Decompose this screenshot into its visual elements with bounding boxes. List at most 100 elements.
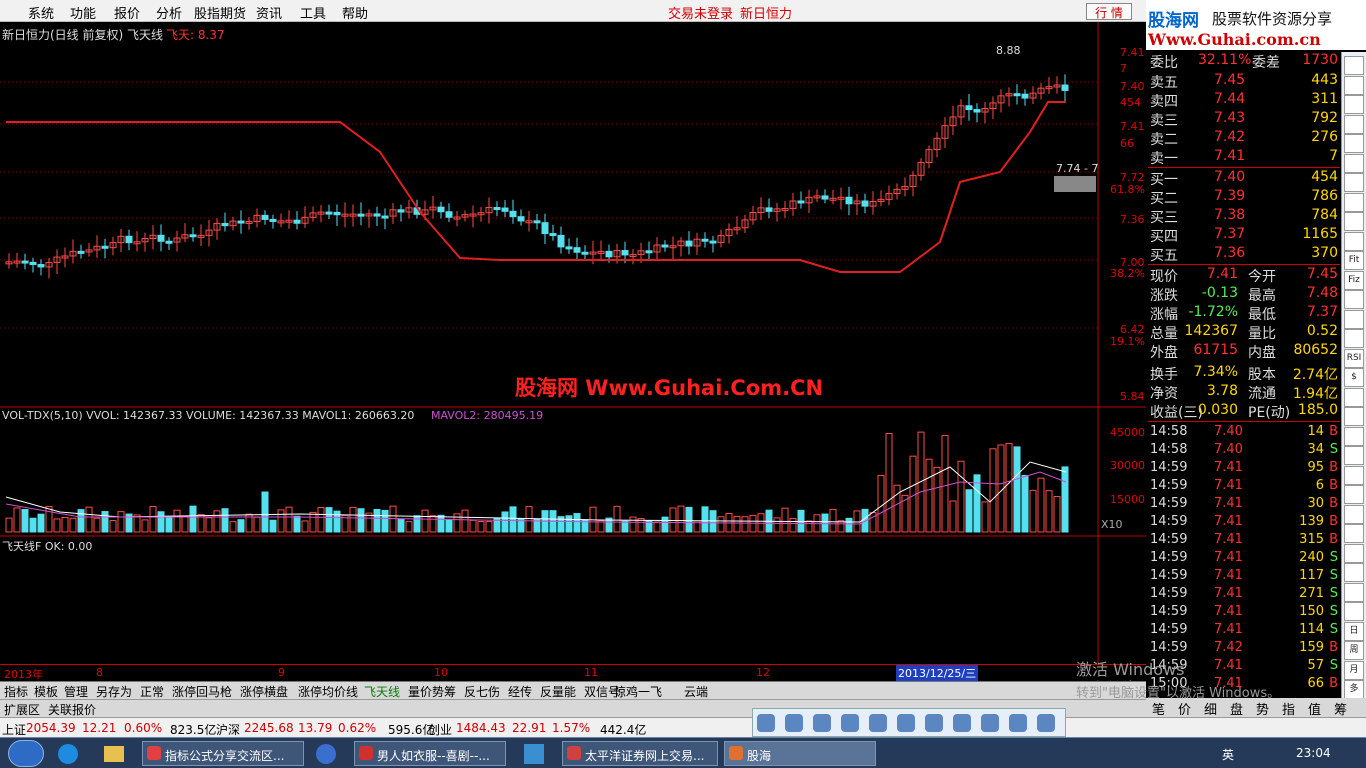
toolstrip-button[interactable] bbox=[1344, 153, 1364, 173]
sell-row: 卖五 7.45 443 bbox=[1148, 72, 1340, 91]
toolstrip-button[interactable] bbox=[1344, 426, 1364, 446]
formula-tab[interactable]: 指标 bbox=[4, 683, 28, 700]
toolstrip-button[interactable] bbox=[1344, 504, 1364, 524]
x-tick-label: 11 bbox=[584, 666, 598, 679]
toolstrip-button[interactable] bbox=[1344, 212, 1364, 231]
toolstrip-button[interactable] bbox=[1344, 309, 1364, 329]
im-toolbar-icon[interactable] bbox=[981, 714, 999, 732]
folder-icon[interactable] bbox=[104, 746, 124, 762]
toolstrip-button[interactable] bbox=[1344, 543, 1364, 563]
toolstrip-button[interactable] bbox=[1344, 465, 1364, 485]
volume-bar bbox=[149, 506, 157, 533]
formula-tab[interactable]: 反七伤 bbox=[464, 683, 500, 700]
formula-tab[interactable]: 模板 bbox=[34, 683, 58, 700]
tab-related-quotes[interactable]: 关联报价 bbox=[48, 701, 96, 718]
formula-tab[interactable]: 飞天线 bbox=[364, 683, 400, 700]
formula-tab[interactable]: 惊鸡一飞 bbox=[614, 683, 662, 700]
ie-icon[interactable] bbox=[58, 744, 78, 764]
toolstrip-button[interactable] bbox=[1344, 602, 1364, 621]
toolstrip-button[interactable] bbox=[1344, 231, 1364, 251]
formula-tab[interactable]: 涨停回马枪 bbox=[172, 683, 232, 700]
toolstrip-button[interactable] bbox=[1344, 75, 1364, 95]
app-k-icon[interactable] bbox=[316, 744, 336, 764]
formula-tab[interactable]: 涨停均价线 bbox=[298, 683, 358, 700]
tab-extension-area[interactable]: 扩展区 bbox=[4, 701, 40, 718]
right-panel-tab[interactable]: 盘 bbox=[1230, 699, 1243, 718]
volume-bar bbox=[285, 506, 293, 533]
toolstrip-button[interactable] bbox=[1344, 114, 1364, 134]
toolstrip-button[interactable]: 日 bbox=[1344, 621, 1364, 641]
menu-news[interactable]: 资讯 bbox=[256, 3, 282, 22]
right-panel-tab[interactable]: 价 bbox=[1178, 699, 1191, 718]
right-panel-tab[interactable]: 筹 bbox=[1334, 699, 1347, 718]
right-panel-tab[interactable]: 值 bbox=[1308, 699, 1321, 718]
x-tick-label: 12 bbox=[756, 666, 770, 679]
right-panel-tab[interactable]: 细 bbox=[1204, 699, 1217, 718]
task-forum[interactable]: 指标公式分享交流区... bbox=[142, 741, 304, 766]
toolstrip-button[interactable]: Fiz bbox=[1344, 270, 1364, 290]
toolstrip-button[interactable] bbox=[1344, 446, 1364, 465]
toolstrip-button[interactable] bbox=[1344, 329, 1364, 348]
toolstrip-button[interactable] bbox=[1344, 290, 1364, 309]
menu-futures[interactable]: 股指期货 bbox=[194, 3, 246, 22]
toolstrip-button[interactable] bbox=[1344, 56, 1364, 75]
start-button[interactable] bbox=[8, 740, 44, 767]
toolstrip-button[interactable]: RSI bbox=[1344, 348, 1364, 368]
input-language[interactable]: 英 bbox=[1222, 746, 1234, 763]
right-panel-tab[interactable]: 笔 bbox=[1152, 699, 1165, 718]
stat-value: -1.72% bbox=[1188, 304, 1238, 320]
stat-label: 今开 bbox=[1248, 269, 1276, 285]
im-toolbar-icon[interactable] bbox=[925, 714, 943, 732]
toolstrip-button[interactable]: 月 bbox=[1344, 660, 1364, 680]
toolstrip-button[interactable] bbox=[1344, 387, 1364, 407]
toolstrip-button[interactable] bbox=[1344, 134, 1364, 153]
toolstrip-button[interactable]: Fit bbox=[1344, 251, 1364, 270]
formula-tab[interactable]: 量价势筹 bbox=[408, 683, 456, 700]
im-toolbar-icon[interactable] bbox=[841, 714, 859, 732]
tick-price: 7.41 bbox=[1214, 622, 1243, 637]
im-toolbar-icon[interactable] bbox=[869, 714, 887, 732]
menu-tools[interactable]: 工具 bbox=[300, 3, 326, 22]
toolstrip-button[interactable] bbox=[1344, 173, 1364, 192]
im-toolbar-icon[interactable] bbox=[813, 714, 831, 732]
task-securities[interactable]: 太平洋证券网上交易... bbox=[562, 741, 718, 766]
formula-tab[interactable]: 涨停横盘 bbox=[240, 683, 288, 700]
kline-chart[interactable] bbox=[0, 22, 1146, 682]
menu-help[interactable]: 帮助 bbox=[342, 3, 368, 22]
toolstrip-button[interactable] bbox=[1344, 95, 1364, 114]
im-toolbar-icon[interactable] bbox=[1037, 714, 1055, 732]
im-toolbar-icon[interactable] bbox=[1009, 714, 1027, 732]
im-toolbar-icon[interactable] bbox=[897, 714, 915, 732]
formula-tab[interactable]: 正常 bbox=[140, 683, 164, 700]
menu-quote[interactable]: 报价 bbox=[114, 3, 140, 22]
toolstrip-button[interactable] bbox=[1344, 524, 1364, 543]
right-panel-tab[interactable]: 势 bbox=[1256, 699, 1269, 718]
im-toolbar-icon[interactable] bbox=[953, 714, 971, 732]
menu-analysis[interactable]: 分析 bbox=[156, 3, 182, 22]
volume-bar bbox=[829, 508, 837, 533]
formula-tab[interactable]: 云端 bbox=[684, 683, 708, 700]
toolstrip-button[interactable]: 多 bbox=[1344, 680, 1364, 699]
menu-function[interactable]: 功能 bbox=[70, 3, 96, 22]
toolstrip-button[interactable] bbox=[1344, 192, 1364, 212]
toolstrip-button[interactable]: 周 bbox=[1344, 641, 1364, 660]
quote-button[interactable]: 行 情 bbox=[1086, 3, 1132, 20]
toolstrip-button[interactable] bbox=[1344, 485, 1364, 504]
toolstrip-button[interactable]: $ bbox=[1344, 368, 1364, 387]
toolstrip-button[interactable] bbox=[1344, 407, 1364, 426]
formula-tab[interactable]: 另存为 bbox=[96, 683, 132, 700]
task-video[interactable]: 男人如衣服--喜剧--... bbox=[354, 741, 506, 766]
task-guhai[interactable]: 股海 bbox=[724, 741, 876, 766]
trade-login-status[interactable]: 交易未登录 bbox=[668, 3, 733, 22]
right-panel-tab[interactable]: 指 bbox=[1282, 699, 1295, 718]
menu-system[interactable]: 系统 bbox=[28, 3, 54, 22]
formula-tab[interactable]: 反量能 bbox=[540, 683, 576, 700]
formula-tab[interactable]: 经传 bbox=[508, 683, 532, 700]
im-toolbar-icon[interactable] bbox=[785, 714, 803, 732]
candle-body bbox=[157, 234, 165, 242]
formula-tab[interactable]: 管理 bbox=[64, 683, 88, 700]
app-icon[interactable] bbox=[524, 744, 544, 764]
toolstrip-button[interactable] bbox=[1344, 582, 1364, 602]
toolstrip-button[interactable] bbox=[1344, 563, 1364, 582]
im-toolbar-icon[interactable] bbox=[757, 714, 775, 732]
